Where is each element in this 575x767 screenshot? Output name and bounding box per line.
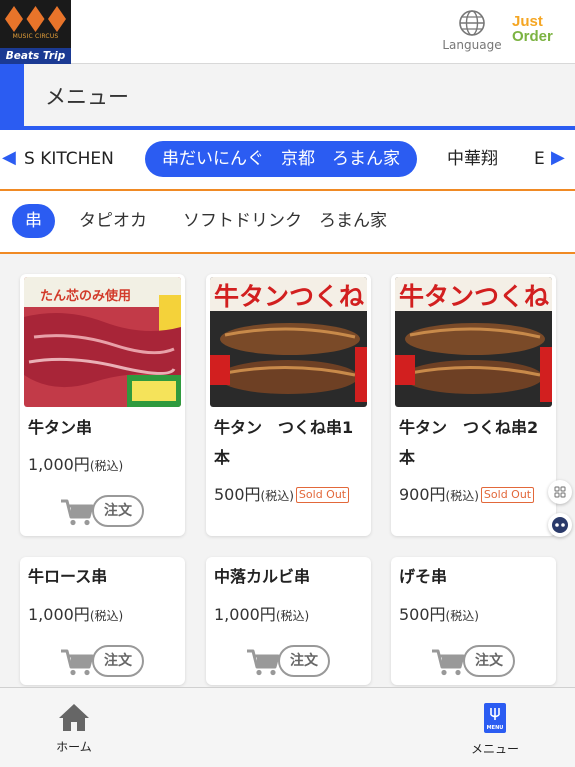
logo-order-text: Order — [512, 28, 553, 45]
chevron-left-icon[interactable]: ◀ — [2, 147, 16, 169]
price-tax: (税込) — [89, 609, 124, 623]
logo-brand: Beats Trip — [0, 48, 71, 64]
nav-menu-label: メニュー — [470, 742, 519, 756]
product-image: 牛タンつくね — [210, 277, 367, 407]
shop-tab-active[interactable]: 串だいにんぐ 京都 ろまん家 — [145, 141, 417, 177]
price-value: 1,000円 — [28, 455, 90, 474]
product-price: 900円(税込) Sold Out — [399, 481, 535, 505]
product-card[interactable]: 牛ロース串 1,000円(税込) 注文 — [20, 557, 185, 685]
just-order-logo: Just Order — [512, 14, 566, 50]
order-label: 注文 — [278, 645, 330, 677]
svg-text:MENU: MENU — [487, 725, 504, 731]
price-tax: (税込) — [445, 489, 479, 503]
product-name: 牛タン つくね串2本 — [399, 418, 539, 467]
diamond-logo-icon — [5, 6, 66, 32]
venue-logo[interactable]: MUSIC CIRCUS Beats Trip — [0, 0, 71, 64]
order-label: 注文 — [92, 645, 144, 677]
category-tab-active[interactable]: 串 — [12, 204, 55, 238]
product-price: 1,000円(税込) — [28, 451, 123, 475]
svg-text:牛タンつくね: 牛タンつくね — [399, 282, 549, 311]
shop-tab[interactable]: 中華翔 — [447, 149, 498, 169]
price-tax: (税込) — [445, 609, 479, 623]
order-label: 注文 — [463, 645, 515, 677]
order-button[interactable]: 注文 — [246, 645, 334, 679]
product-image: たん芯のみ使用 — [24, 277, 181, 407]
price-value: 900円 — [399, 485, 446, 504]
product-name: 牛タン串 — [28, 418, 93, 437]
chat-assistant-button[interactable] — [548, 513, 572, 537]
category-tab[interactable]: ソフトドリンク ろまん家 — [183, 210, 387, 232]
product-name: 中落カルビ串 — [214, 567, 311, 586]
shop-tabs: ◀ S KITCHEN 串だいにんぐ 京都 ろまん家 中華翔 E ▶ — [0, 130, 575, 189]
grid-shortcut-button[interactable] — [548, 480, 572, 504]
price-tax: (税込) — [260, 489, 294, 503]
svg-text:牛タンつくね: 牛タンつくね — [214, 282, 364, 311]
divider — [0, 252, 575, 254]
price-value: 1,000円 — [214, 605, 276, 624]
app-header: MUSIC CIRCUS Beats Trip Language Just Or… — [0, 0, 575, 64]
title-accent — [0, 64, 24, 126]
product-card[interactable]: 中落カルビ串 1,000円(税込) 注文 — [206, 557, 371, 685]
category-tabs: 串 タピオカ ソフトドリンク ろまん家 — [0, 191, 575, 252]
cart-icon — [61, 649, 94, 676]
product-name: 牛タン つくね串1本 — [214, 418, 354, 467]
product-name: げそ串 — [399, 567, 448, 586]
price-value: 500円 — [399, 605, 446, 624]
shop-tab[interactable]: E — [534, 149, 545, 169]
product-image: 牛タンつくね — [395, 277, 552, 407]
nav-home-label: ホーム — [56, 740, 92, 754]
product-price: 500円(税込) — [399, 601, 479, 625]
nav-menu[interactable]: MENU メニュー — [455, 702, 535, 757]
product-card[interactable]: 牛タンつくね 牛タン つくね串1本 500円(税込) Sold Out — [206, 274, 371, 536]
page-title: メニュー — [45, 85, 129, 109]
menu-book-icon: MENU — [484, 703, 506, 733]
product-price: 1,000円(税込) — [28, 601, 123, 625]
logo-just-text: Just — [512, 13, 543, 30]
price-tax: (税込) — [89, 459, 124, 473]
order-button[interactable]: 注文 — [60, 645, 148, 679]
nav-home[interactable]: ホーム — [34, 702, 114, 755]
language-label: Language — [442, 38, 502, 52]
category-tab[interactable]: タピオカ — [79, 210, 147, 232]
sold-out-badge: Sold Out — [480, 487, 535, 503]
product-card[interactable]: 牛タンつくね 牛タン つくね串2本 900円(税込) Sold Out — [391, 274, 556, 536]
cart-icon — [432, 649, 465, 676]
grid-icon — [554, 486, 566, 498]
cart-icon — [247, 649, 280, 676]
product-card[interactable]: たん芯のみ使用 牛タン串 1,000円(税込) 注文 — [20, 274, 185, 536]
svg-text:たん芯のみ使用: たん芯のみ使用 — [40, 288, 131, 304]
page: MUSIC CIRCUS Beats Trip Language Just Or… — [0, 0, 575, 767]
product-price: 500円(税込) Sold Out — [214, 481, 350, 505]
page-title-bar: メニュー — [0, 64, 575, 126]
product-name: 牛ロース串 — [28, 567, 108, 586]
robot-icon — [552, 517, 568, 533]
product-card[interactable]: げそ串 500円(税込) 注文 — [391, 557, 556, 685]
order-button[interactable]: 注文 — [431, 645, 519, 679]
product-price: 1,000円(税込) — [214, 601, 309, 625]
bottom-nav: ホーム MENU メニュー — [0, 687, 575, 767]
language-button[interactable]: Language — [441, 9, 503, 57]
order-button[interactable]: 注文 — [60, 495, 148, 529]
price-tax: (税込) — [275, 609, 310, 623]
logo-small-text: MUSIC CIRCUS — [12, 33, 59, 40]
price-value: 500円 — [214, 485, 261, 504]
cart-icon — [61, 499, 94, 526]
order-label: 注文 — [92, 495, 144, 527]
home-icon — [59, 704, 89, 731]
chevron-right-icon[interactable]: ▶ — [551, 147, 565, 169]
shop-tab[interactable]: S KITCHEN — [24, 149, 114, 169]
price-value: 1,000円 — [28, 605, 90, 624]
globe-icon — [459, 10, 485, 36]
sold-out-badge: Sold Out — [295, 487, 350, 503]
